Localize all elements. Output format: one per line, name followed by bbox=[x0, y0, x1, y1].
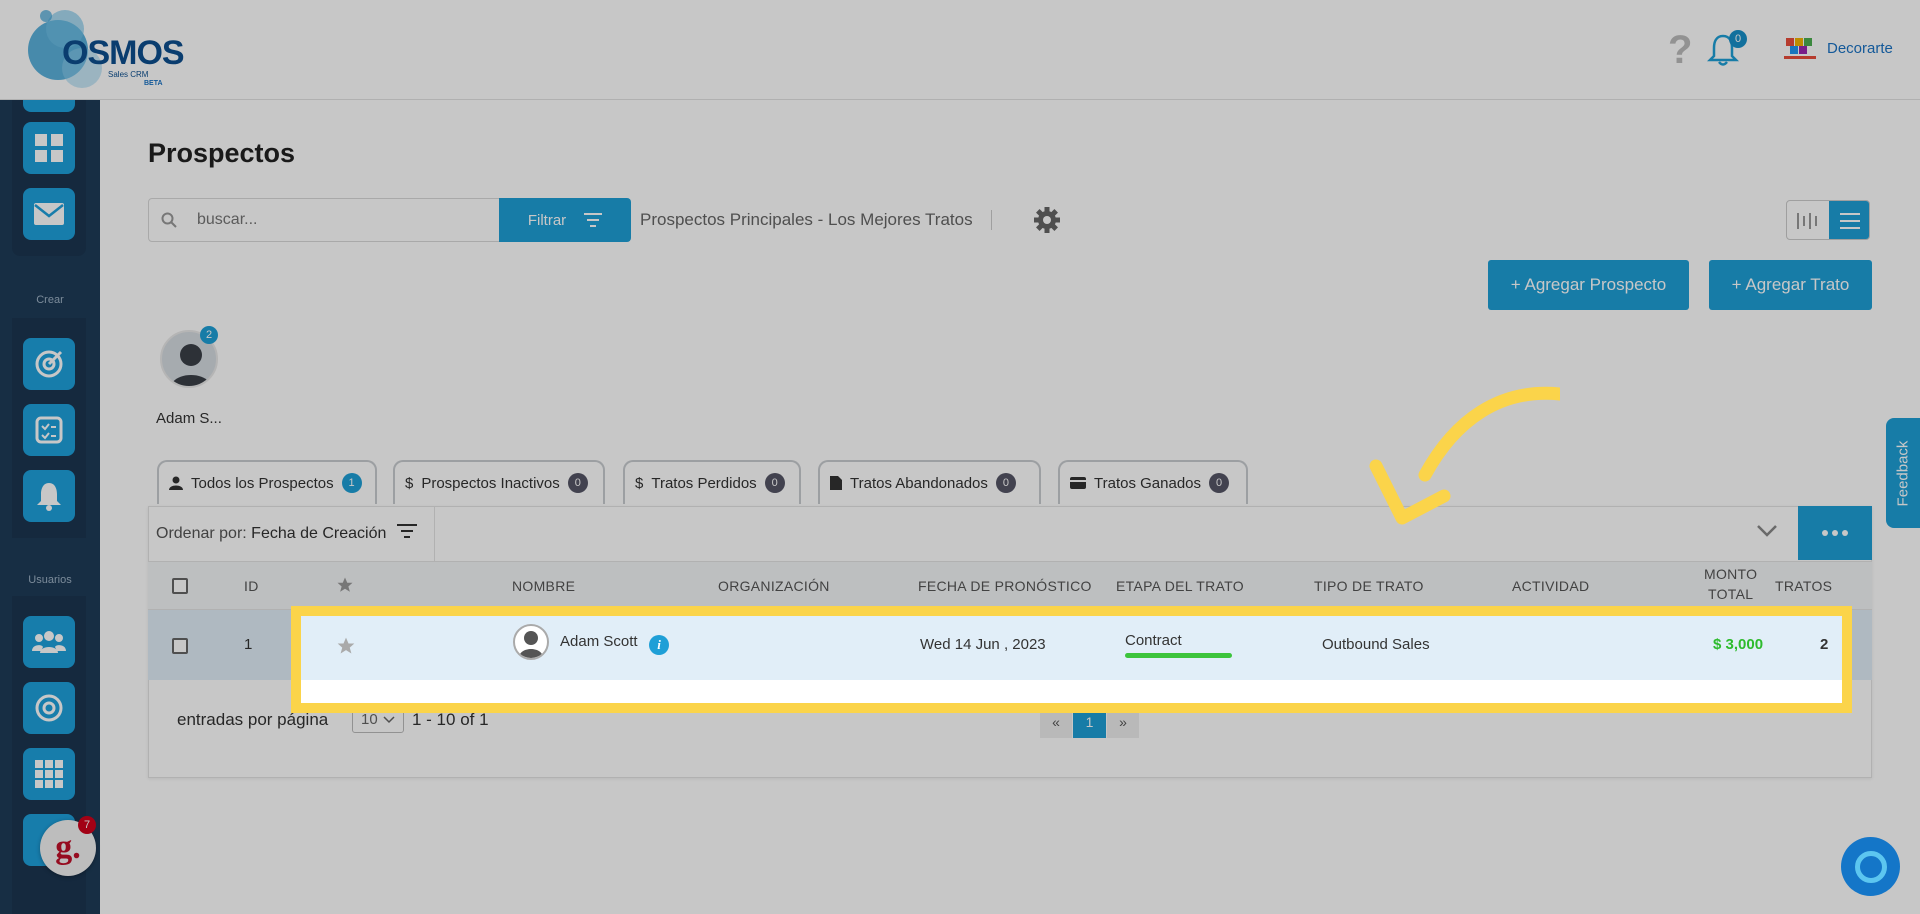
highlight-frame bbox=[291, 606, 1852, 713]
osmos-chat-button[interactable] bbox=[1841, 837, 1900, 896]
dim-overlay bbox=[0, 0, 1920, 914]
chat-o-icon bbox=[1854, 850, 1887, 883]
pointer-arrow-icon bbox=[1369, 386, 1560, 525]
